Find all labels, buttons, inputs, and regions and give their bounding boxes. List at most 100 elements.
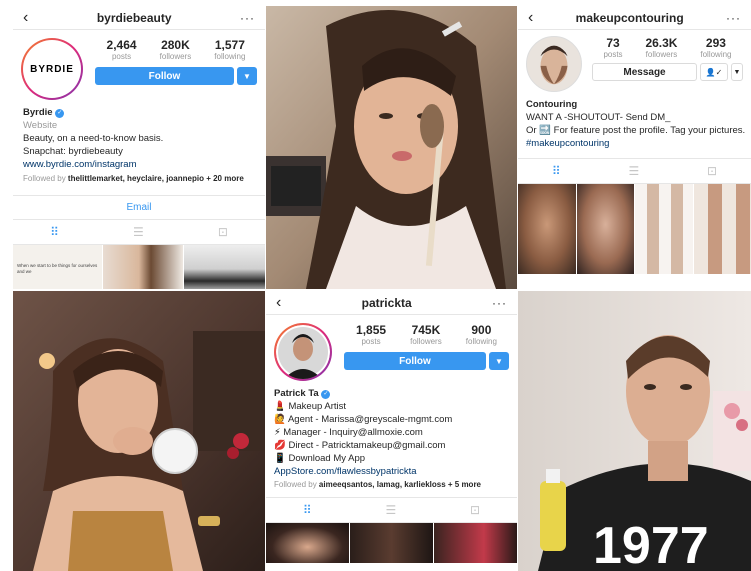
contour-face-icon xyxy=(540,45,568,85)
back-arrow-icon[interactable]: ‹ xyxy=(528,9,533,26)
list-view-icon[interactable]: ☰ xyxy=(133,225,144,239)
patrickta-profile-panel: ‹ patrickta ··· 1,855 posts 745K followers… xyxy=(266,291,517,571)
suggestions-caret-icon[interactable]: ▼ xyxy=(489,352,509,370)
followers-count: 745K xyxy=(411,323,441,337)
makeupcontouring-hashtag[interactable]: #makeupcontouring xyxy=(526,137,743,150)
makeupcontouring-username: makeupcontouring xyxy=(575,10,684,25)
byrdie-top-row: BYRDIE 2,464 posts 280K followers 1,577 fol… xyxy=(13,30,265,100)
followers-label: followers xyxy=(159,52,192,61)
patrickta-view-tabs: ⠿ ☰ ⊡ xyxy=(266,497,517,523)
post-thumbnail[interactable] xyxy=(693,184,751,274)
post-thumbnail[interactable] xyxy=(184,245,265,289)
followed-by-suffix: + 20 more xyxy=(203,174,244,183)
makeupcontouring-followers-stat[interactable]: 26.3K followers xyxy=(645,36,677,59)
patrickta-followers-stat[interactable]: 745K followers xyxy=(410,323,442,346)
followed-by-suffix: + 5 more xyxy=(445,480,482,489)
patrickta-bio-line-5: 📱 Download My App xyxy=(274,453,366,464)
more-options-icon[interactable]: ··· xyxy=(726,11,741,25)
byrdie-followed-by[interactable]: Followed by thelittlemarket, heyclaire, … xyxy=(23,172,255,185)
tagged-photos-icon[interactable]: ⊡ xyxy=(707,164,717,178)
makeupcontouring-top-row: 73 posts 26.3K followers 293 following Mess… xyxy=(518,30,751,92)
follow-button[interactable]: Follow xyxy=(95,67,234,85)
byrdie-header: ‹ byrdiebeauty ··· xyxy=(13,6,265,30)
more-options-icon[interactable]: ··· xyxy=(492,296,507,310)
patrickta-website-link[interactable]: AppStore.com/flawlessbypatrickta xyxy=(274,465,509,478)
byrdie-posts-stat[interactable]: 2,464 posts xyxy=(107,38,137,61)
message-button[interactable]: Message xyxy=(592,63,697,81)
post-thumbnail[interactable]: When we start to be things for ourselves… xyxy=(13,245,103,289)
post-thumbnail[interactable] xyxy=(518,184,577,274)
byrdie-website-link[interactable]: www.byrdie.com/instagram xyxy=(23,158,255,171)
patrickta-posts-stat[interactable]: 1,855 posts xyxy=(356,323,386,346)
posts-count: 2,464 xyxy=(106,38,137,52)
makeupcontouring-stats: 73 posts 26.3K followers 293 following xyxy=(592,36,743,59)
makeupcontouring-following-stat[interactable]: 293 following xyxy=(700,36,731,59)
post-thumbnail[interactable] xyxy=(434,523,517,563)
post-thumbnail[interactable] xyxy=(635,184,694,274)
byrdie-bio: Byrdie ✓ Website Beauty, on a need-to-kn… xyxy=(13,100,265,185)
verified-badge-icon: ✓ xyxy=(55,109,65,118)
followers-count: 26.3K xyxy=(645,36,678,50)
posts-label: posts xyxy=(111,52,132,61)
back-arrow-icon[interactable]: ‹ xyxy=(23,9,28,26)
followers-count: 280K xyxy=(161,38,190,52)
byrdie-following-stat[interactable]: 1,577 following xyxy=(214,38,245,61)
following-label: following xyxy=(700,50,732,59)
followed-by-names: thelittlemarket, heyclaire, joannepio xyxy=(67,174,204,183)
patrickta-avatar[interactable] xyxy=(274,323,332,381)
more-options-icon[interactable]: ··· xyxy=(240,11,255,25)
suggestions-caret-icon[interactable]: ▼ xyxy=(731,63,743,81)
following-label: following xyxy=(214,52,246,61)
patrickta-bio-line-4: 💋 Direct - Patricktamakeup@gmail.com xyxy=(274,440,446,451)
makeupcontouring-avatar[interactable] xyxy=(526,36,582,92)
patrickta-post-grid xyxy=(266,523,517,563)
posts-label: posts xyxy=(603,50,623,59)
makeup-brush-photo xyxy=(266,6,517,289)
back-arrow-icon[interactable]: ‹ xyxy=(276,294,281,311)
portrait-avatar-icon xyxy=(276,325,330,379)
makeupcontouring-profile-panel: ‹ makeupcontouring ··· 73 posts 26.3K foll… xyxy=(518,6,751,289)
thumbnail-caption: When we start to be things for ourselves… xyxy=(17,263,98,274)
byrdie-email-button[interactable]: Email xyxy=(13,195,265,219)
grid-view-icon[interactable]: ⠿ xyxy=(303,503,312,517)
byrdie-view-tabs: ⠿ ☰ ⊡ xyxy=(13,219,265,245)
patrickta-followed-by[interactable]: Followed by aimeeqsantos, lamag, karliek… xyxy=(274,478,509,491)
following-label: following xyxy=(465,337,497,346)
compact-powder-photo xyxy=(13,291,265,571)
makeupcontouring-bio-line-2: Or 🔜 For feature post the profile. Tag y… xyxy=(526,125,746,136)
list-view-icon[interactable]: ☰ xyxy=(385,503,396,517)
makeupcontouring-bio-line-1: WANT A -SHOUTOUT- Send DM_ xyxy=(526,112,671,123)
grid-view-icon[interactable]: ⠿ xyxy=(552,164,561,178)
patrickta-following-stat[interactable]: 900 following xyxy=(466,323,497,346)
byrdie-stats: 2,464 posts 280K followers 1,577 following xyxy=(95,38,257,61)
post-thumbnail[interactable] xyxy=(102,245,185,289)
byrdie-avatar[interactable]: BYRDIE xyxy=(21,38,83,100)
following-count: 900 xyxy=(471,323,492,337)
suggestions-caret-icon[interactable]: ▼ xyxy=(237,67,257,85)
post-thumbnail[interactable] xyxy=(350,523,434,563)
post-thumbnail[interactable] xyxy=(576,184,635,274)
email-label: Email xyxy=(126,202,152,213)
followers-label: followers xyxy=(410,337,442,346)
makeup-brush-scene xyxy=(266,6,517,289)
patrickta-bio-line-3: ⚡ Manager - Inquiry@allmoxie.com xyxy=(274,427,423,438)
setting-spray-scene: 1977 xyxy=(518,291,751,571)
posts-count: 73 xyxy=(606,36,620,50)
patrickta-display-name: Patrick Ta xyxy=(274,388,319,399)
makeupcontouring-view-tabs: ⠿ ☰ ⊡ xyxy=(518,158,751,184)
list-view-icon[interactable]: ☰ xyxy=(628,164,639,178)
byrdie-bio-line-2: Snapchat: byrdiebeauty xyxy=(23,146,123,157)
follow-button[interactable]: Follow xyxy=(344,352,486,370)
makeupcontouring-bio: Contouring WANT A -SHOUTOUT- Send DM_ Or… xyxy=(518,92,751,150)
byrdie-profile-panel: ‹ byrdiebeauty ··· BYRDIE 2,464 posts 280… xyxy=(13,6,265,289)
tagged-photos-icon[interactable]: ⊡ xyxy=(218,225,228,239)
makeupcontouring-posts-stat[interactable]: 73 posts xyxy=(603,36,622,59)
following-status-icon[interactable]: 👤✓ xyxy=(700,63,728,81)
grid-view-icon[interactable]: ⠿ xyxy=(50,225,59,239)
post-thumbnail[interactable] xyxy=(266,523,350,563)
byrdie-followers-stat[interactable]: 280K followers xyxy=(160,38,192,61)
byrdie-category: Website xyxy=(23,120,58,131)
followers-label: followers xyxy=(645,50,678,59)
patrickta-bio-line-2: 🙋 Agent - Marissa@greyscale-mgmt.com xyxy=(274,414,453,425)
tagged-photos-icon[interactable]: ⊡ xyxy=(470,503,480,517)
